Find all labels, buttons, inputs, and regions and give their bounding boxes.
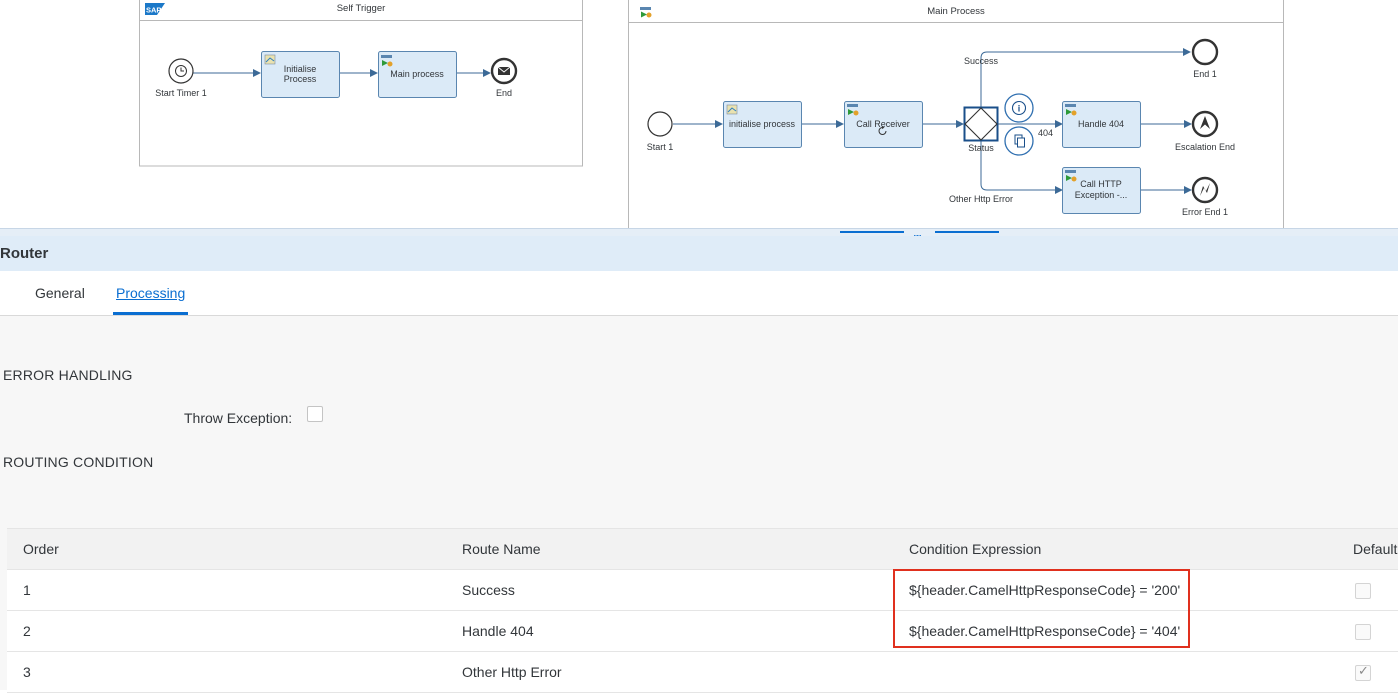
start-label: Start 1 <box>647 142 674 152</box>
end-1-label: End 1 <box>1193 69 1217 79</box>
error-handling-title: ERROR HANDLING <box>3 367 133 383</box>
splitter-line-right <box>935 231 999 233</box>
self-trigger-pool[interactable]: SAP Self Trigger <box>139 0 583 167</box>
main-process-call-task[interactable]: Main process <box>378 51 457 98</box>
tab-general[interactable]: General <box>35 285 85 301</box>
initialise-task-label: initialise process <box>729 119 796 129</box>
table-row[interactable]: 2 Handle 404 ${header.CamelHttpResponseC… <box>7 610 1398 652</box>
column-header-default[interactable]: Default <box>1339 528 1398 570</box>
column-header-route-name[interactable]: Route Name <box>446 528 893 570</box>
routing-condition-title: ROUTING CONDITION <box>3 454 154 470</box>
route-name-cell[interactable]: Other Http Error <box>446 651 893 693</box>
error-end-label: Error End 1 <box>1182 207 1228 217</box>
table-header-row: Order Route Name Condition Expression De… <box>7 528 1398 570</box>
main-process-title: Main Process <box>927 6 985 17</box>
throw-exception-checkbox[interactable] <box>307 406 323 422</box>
table-row[interactable]: 1 Success ${header.CamelHttpResponseCode… <box>7 569 1398 611</box>
error-end-event[interactable] <box>1191 176 1219 204</box>
initialise-task[interactable]: initialise process <box>723 101 802 148</box>
script-icon <box>264 54 276 65</box>
column-header-order[interactable]: Order <box>7 528 446 570</box>
processing-panel: ERROR HANDLING Throw Exception: ROUTING … <box>0 316 1398 693</box>
route-other-label: Other Http Error <box>949 194 1013 204</box>
escalation-end-event[interactable] <box>1191 110 1219 138</box>
default-checkbox[interactable] <box>1355 623 1371 640</box>
order-cell: 3 <box>7 651 446 693</box>
router-label: Status <box>968 143 994 153</box>
integration-flow-canvas[interactable]: SAP Self Trigger Start Timer 1 Initialis… <box>0 0 1398 228</box>
initialise-process-task[interactable]: Initialise Process <box>261 51 340 98</box>
call-http-line1: Call HTTP <box>1080 179 1122 189</box>
default-cell <box>1339 569 1398 611</box>
initialise-line2: Process <box>284 74 317 84</box>
route-name-cell[interactable]: Success <box>446 569 893 611</box>
svg-text:i: i <box>1018 104 1021 114</box>
checkmark-icon: ✓ <box>1358 662 1369 678</box>
message-end-event[interactable] <box>490 57 518 85</box>
route-name-cell[interactable]: Handle 404 <box>446 610 893 652</box>
start-event[interactable] <box>647 111 673 137</box>
properties-tab-bar: General Processing <box>0 271 1398 316</box>
handle-404-label: Handle 404 <box>1078 119 1124 129</box>
condition-expression-cell[interactable] <box>893 651 1339 693</box>
column-header-condition-expression[interactable]: Condition Expression <box>893 528 1339 570</box>
default-checkbox[interactable]: ✓ <box>1355 662 1371 681</box>
order-cell: 2 <box>7 610 446 652</box>
condition-expression-cell[interactable]: ${header.CamelHttpResponseCode} = '404' <box>893 610 1339 652</box>
self-trigger-title: Self Trigger <box>337 3 386 14</box>
initialise-line1: Initialise <box>284 64 317 74</box>
end-label: End <box>496 88 512 98</box>
properties-title: Router <box>0 245 49 262</box>
route-success-label: Success <box>964 56 999 66</box>
splitter-line-left <box>840 231 904 233</box>
envelope-icon <box>497 66 511 75</box>
flow-diagram: SAP Self Trigger Start Timer 1 Initialis… <box>139 0 1284 228</box>
copy-icon[interactable] <box>1004 126 1034 156</box>
panel-splitter[interactable]: ..... <box>0 228 1398 238</box>
tab-processing[interactable]: Processing <box>112 285 189 315</box>
order-cell: 1 <box>7 569 446 611</box>
default-checkbox[interactable] <box>1355 582 1371 599</box>
handle-404-task[interactable]: Handle 404 <box>1062 101 1141 148</box>
condition-expression-cell[interactable]: ${header.CamelHttpResponseCode} = '200' <box>893 569 1339 611</box>
end-1-event[interactable] <box>1191 38 1219 66</box>
table-row[interactable]: 3 Other Http Error ✓ <box>7 651 1398 693</box>
sap-logo-text: SAP <box>146 6 161 15</box>
routing-condition-table: Order Route Name Condition Expression De… <box>7 528 1398 693</box>
call-http-line2: Exception -... <box>1075 190 1128 200</box>
route-404-label: 404 <box>1038 128 1053 138</box>
start-timer-event[interactable] <box>168 58 194 84</box>
script-icon <box>726 104 738 115</box>
properties-header: Router <box>0 236 1398 271</box>
start-timer-label: Start Timer 1 <box>155 88 207 98</box>
main-process-call-label: Main process <box>390 69 444 79</box>
throw-exception-label: Throw Exception: <box>184 410 293 426</box>
call-http-exception-task[interactable]: Call HTTP Exception -... <box>1062 167 1141 214</box>
escalation-end-label: Escalation End <box>1175 142 1235 152</box>
default-cell: ✓ <box>1339 651 1398 693</box>
info-icon[interactable]: i <box>1004 93 1034 123</box>
call-receiver-task[interactable]: Call Receiver <box>844 101 923 148</box>
default-cell <box>1339 610 1398 652</box>
